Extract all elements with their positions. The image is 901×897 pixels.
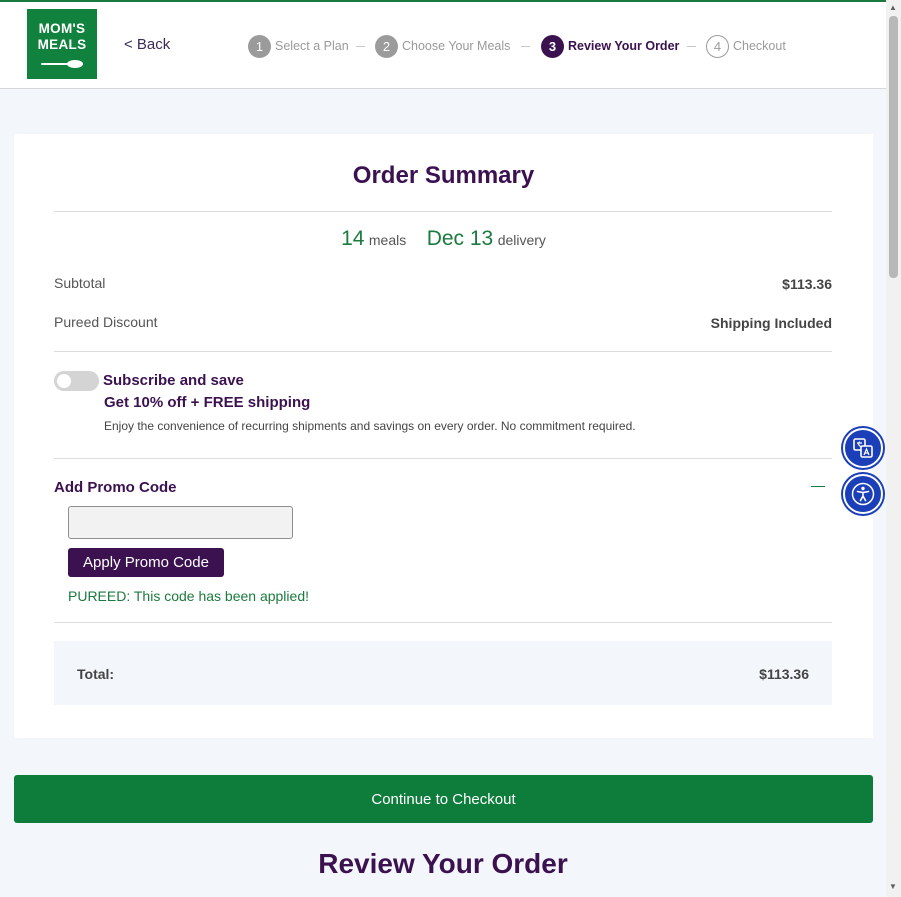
delivery-label: delivery [497,232,546,248]
spoon-icon [41,60,83,68]
continue-to-checkout-button[interactable]: Continue to Checkout [14,775,873,823]
step-separator [356,46,365,47]
step-select-plan[interactable]: 1 Select a Plan [248,34,349,58]
translate-icon [853,438,873,458]
back-link[interactable]: < Back [124,36,170,53]
divider [54,351,832,352]
toggle-knob [57,374,71,388]
collapse-minus-icon[interactable] [811,479,825,493]
total-box: Total: $113.36 [54,641,832,705]
step-separator [687,46,696,47]
review-order-heading: Review Your Order [318,848,568,879]
translate-button[interactable] [843,428,883,468]
meals-label: meals [368,232,407,248]
scroll-thumb[interactable] [889,16,898,278]
total-value: $113.36 [759,666,809,682]
scroll-up-icon[interactable]: ▲ [889,3,897,12]
subtotal-value: $113.36 [782,276,832,292]
step-label: Checkout [733,39,786,53]
step-separator [521,46,530,47]
step-label: Select a Plan [275,39,349,53]
step-choose-meals[interactable]: 2 Choose Your Meals [375,34,510,58]
accessibility-icon [851,482,875,506]
divider [54,211,832,212]
discount-value: Shipping Included [710,315,832,331]
step-checkout[interactable]: 4 Checkout [706,34,786,58]
logo-line-1: MOM'S [38,21,86,36]
promo-applied-message: PUREED: This code has been applied! [68,588,309,604]
header: MOM'S MEALS < Back 1 Select a Plan 2 Cho… [0,2,886,89]
step-label: Review Your Order [568,39,680,53]
order-summary-title: Order Summary [352,162,535,189]
divider [54,458,832,459]
subscribe-offer: Get 10% off + FREE shipping [104,394,311,411]
page-scrollbar[interactable]: ▲ ▼ [886,0,901,897]
subscribe-description: Enjoy the convenience of recurring shipm… [104,419,636,433]
promo-code-input[interactable] [68,506,293,539]
scroll-down-icon[interactable]: ▼ [889,882,897,891]
total-label: Total: [77,666,115,682]
apply-promo-button[interactable]: Apply Promo Code [68,548,224,577]
subscribe-toggle[interactable] [54,371,99,391]
accessibility-button[interactable] [843,474,883,514]
subscribe-title: Subscribe and save [103,372,244,389]
step-label: Choose Your Meals [402,39,511,53]
delivery-date: Dec 13 [426,227,494,250]
logo-line-2: MEALS [37,37,87,52]
order-summary-card: Order Summary 14 meals Dec 13 delivery S… [14,134,873,738]
step-number: 2 [375,34,398,58]
step-number: 1 [248,34,271,58]
discount-label: Pureed Discount [54,314,158,330]
promo-title: Add Promo Code [54,479,177,496]
subtotal-label: Subtotal [54,275,106,291]
step-review-order[interactable]: 3 Review Your Order [541,34,679,58]
step-number: 3 [541,34,564,58]
order-meta: 14 meals Dec 13 delivery [14,227,873,251]
meals-count: 14 [341,227,365,250]
divider [54,622,832,623]
step-number: 4 [706,34,729,58]
moms-meals-logo[interactable]: MOM'S MEALS [27,9,97,79]
